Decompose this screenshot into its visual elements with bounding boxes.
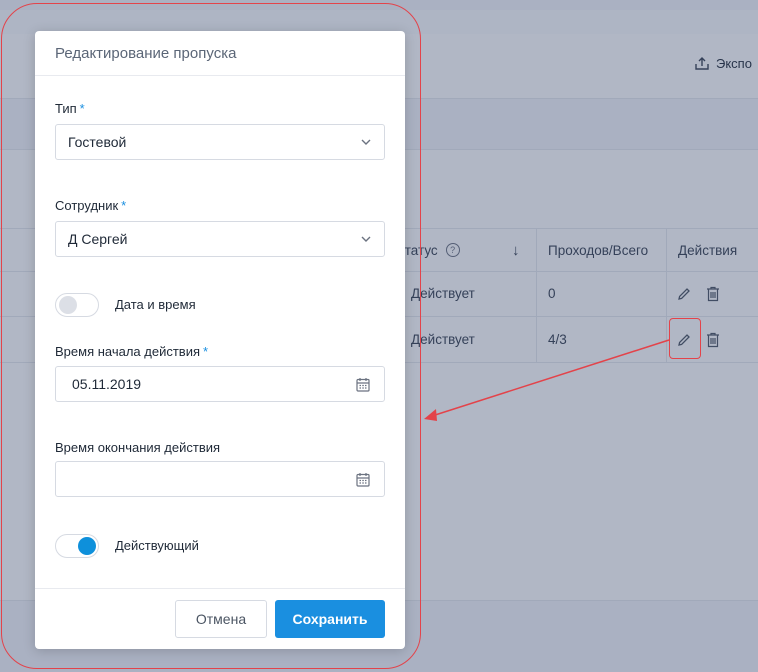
annotation-arrow: [424, 339, 670, 421]
